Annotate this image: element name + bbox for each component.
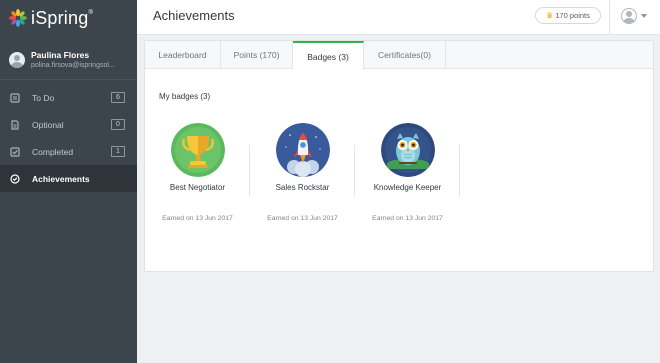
badge-date: Earned on 13 Jun 2017 (372, 215, 443, 222)
avatar (9, 51, 25, 68)
tab-bar: Leaderboard Points (170) Badges (3) Cert… (145, 41, 653, 70)
chevron-down-icon (641, 14, 647, 18)
sidebar-item-label: Optional (32, 119, 64, 130)
user-email: polina.firsova@ispringsol... (31, 62, 115, 69)
badge-item[interactable]: Sales Rockstar Earned on 13 Jun 2017 (250, 123, 355, 223)
user-profile[interactable]: Paulina Flores polina.firsova@ispringsol… (0, 40, 137, 80)
checkbox-icon (10, 146, 20, 157)
crown-icon: ♛ (546, 11, 554, 20)
tab-leaderboard[interactable]: Leaderboard (145, 41, 221, 69)
sidebar-item-achievements[interactable]: Achievements (0, 165, 137, 192)
sidebar-item-optional[interactable]: Optional 0 (0, 111, 137, 138)
sidebar-item-label: Achievements (32, 173, 90, 184)
sidebar-item-label: Completed (32, 146, 74, 157)
todo-count-badge: 6 (111, 92, 125, 103)
tab-certificates[interactable]: Certificates(0) (364, 41, 446, 69)
points-badge[interactable]: ♛ 170 points (535, 7, 601, 24)
logo-flower-icon (9, 9, 27, 27)
user-name: Paulina Flores (31, 50, 90, 60)
header-divider (609, 0, 610, 35)
user-avatar-icon (621, 8, 637, 24)
sidebar: iSpring® Paulina Flores polina.firsova@i… (0, 0, 137, 363)
sidebar-item-label: To Do (32, 92, 55, 103)
badge-name: Knowledge Keeper (373, 183, 442, 192)
logo-text: iSpring® (31, 7, 94, 28)
achievements-card: Leaderboard Points (170) Badges (3) Cert… (144, 40, 654, 272)
rocket-icon (275, 123, 330, 177)
badges-list: Best Negotiator Earned on 13 Jun 2017 Sa… (145, 123, 460, 223)
top-header: Achievements ♛ 170 points (137, 0, 660, 35)
badge-icon (10, 173, 20, 184)
badge-date: Earned on 13 Jun 2017 (267, 215, 338, 222)
todo-icon (10, 92, 20, 103)
completed-count-badge: 1 (111, 146, 125, 157)
user-menu-button[interactable] (621, 8, 647, 24)
badge-item[interactable]: Knowledge Keeper Earned on 13 Jun 2017 (355, 123, 460, 223)
badge-name: Sales Rockstar (275, 183, 330, 192)
section-title: My badges (3) (159, 92, 211, 101)
sidebar-item-todo[interactable]: To Do 6 (0, 84, 137, 111)
badge-item[interactable]: Best Negotiator Earned on 13 Jun 2017 (145, 123, 250, 223)
sidebar-item-completed[interactable]: Completed 1 (0, 138, 137, 165)
document-icon (10, 119, 20, 130)
points-label: 170 points (555, 11, 590, 20)
page-title: Achievements (153, 8, 235, 23)
optional-count-badge: 0 (111, 119, 125, 130)
tab-badges[interactable]: Badges (3) (293, 41, 364, 70)
badge-name: Best Negotiator (169, 183, 226, 192)
badge-date: Earned on 13 Jun 2017 (162, 215, 233, 222)
logo[interactable]: iSpring® (0, 0, 137, 36)
tab-points[interactable]: Points (170) (221, 41, 293, 69)
owl-icon (380, 123, 435, 177)
badge-divider (459, 145, 460, 197)
trophy-icon (170, 123, 225, 177)
